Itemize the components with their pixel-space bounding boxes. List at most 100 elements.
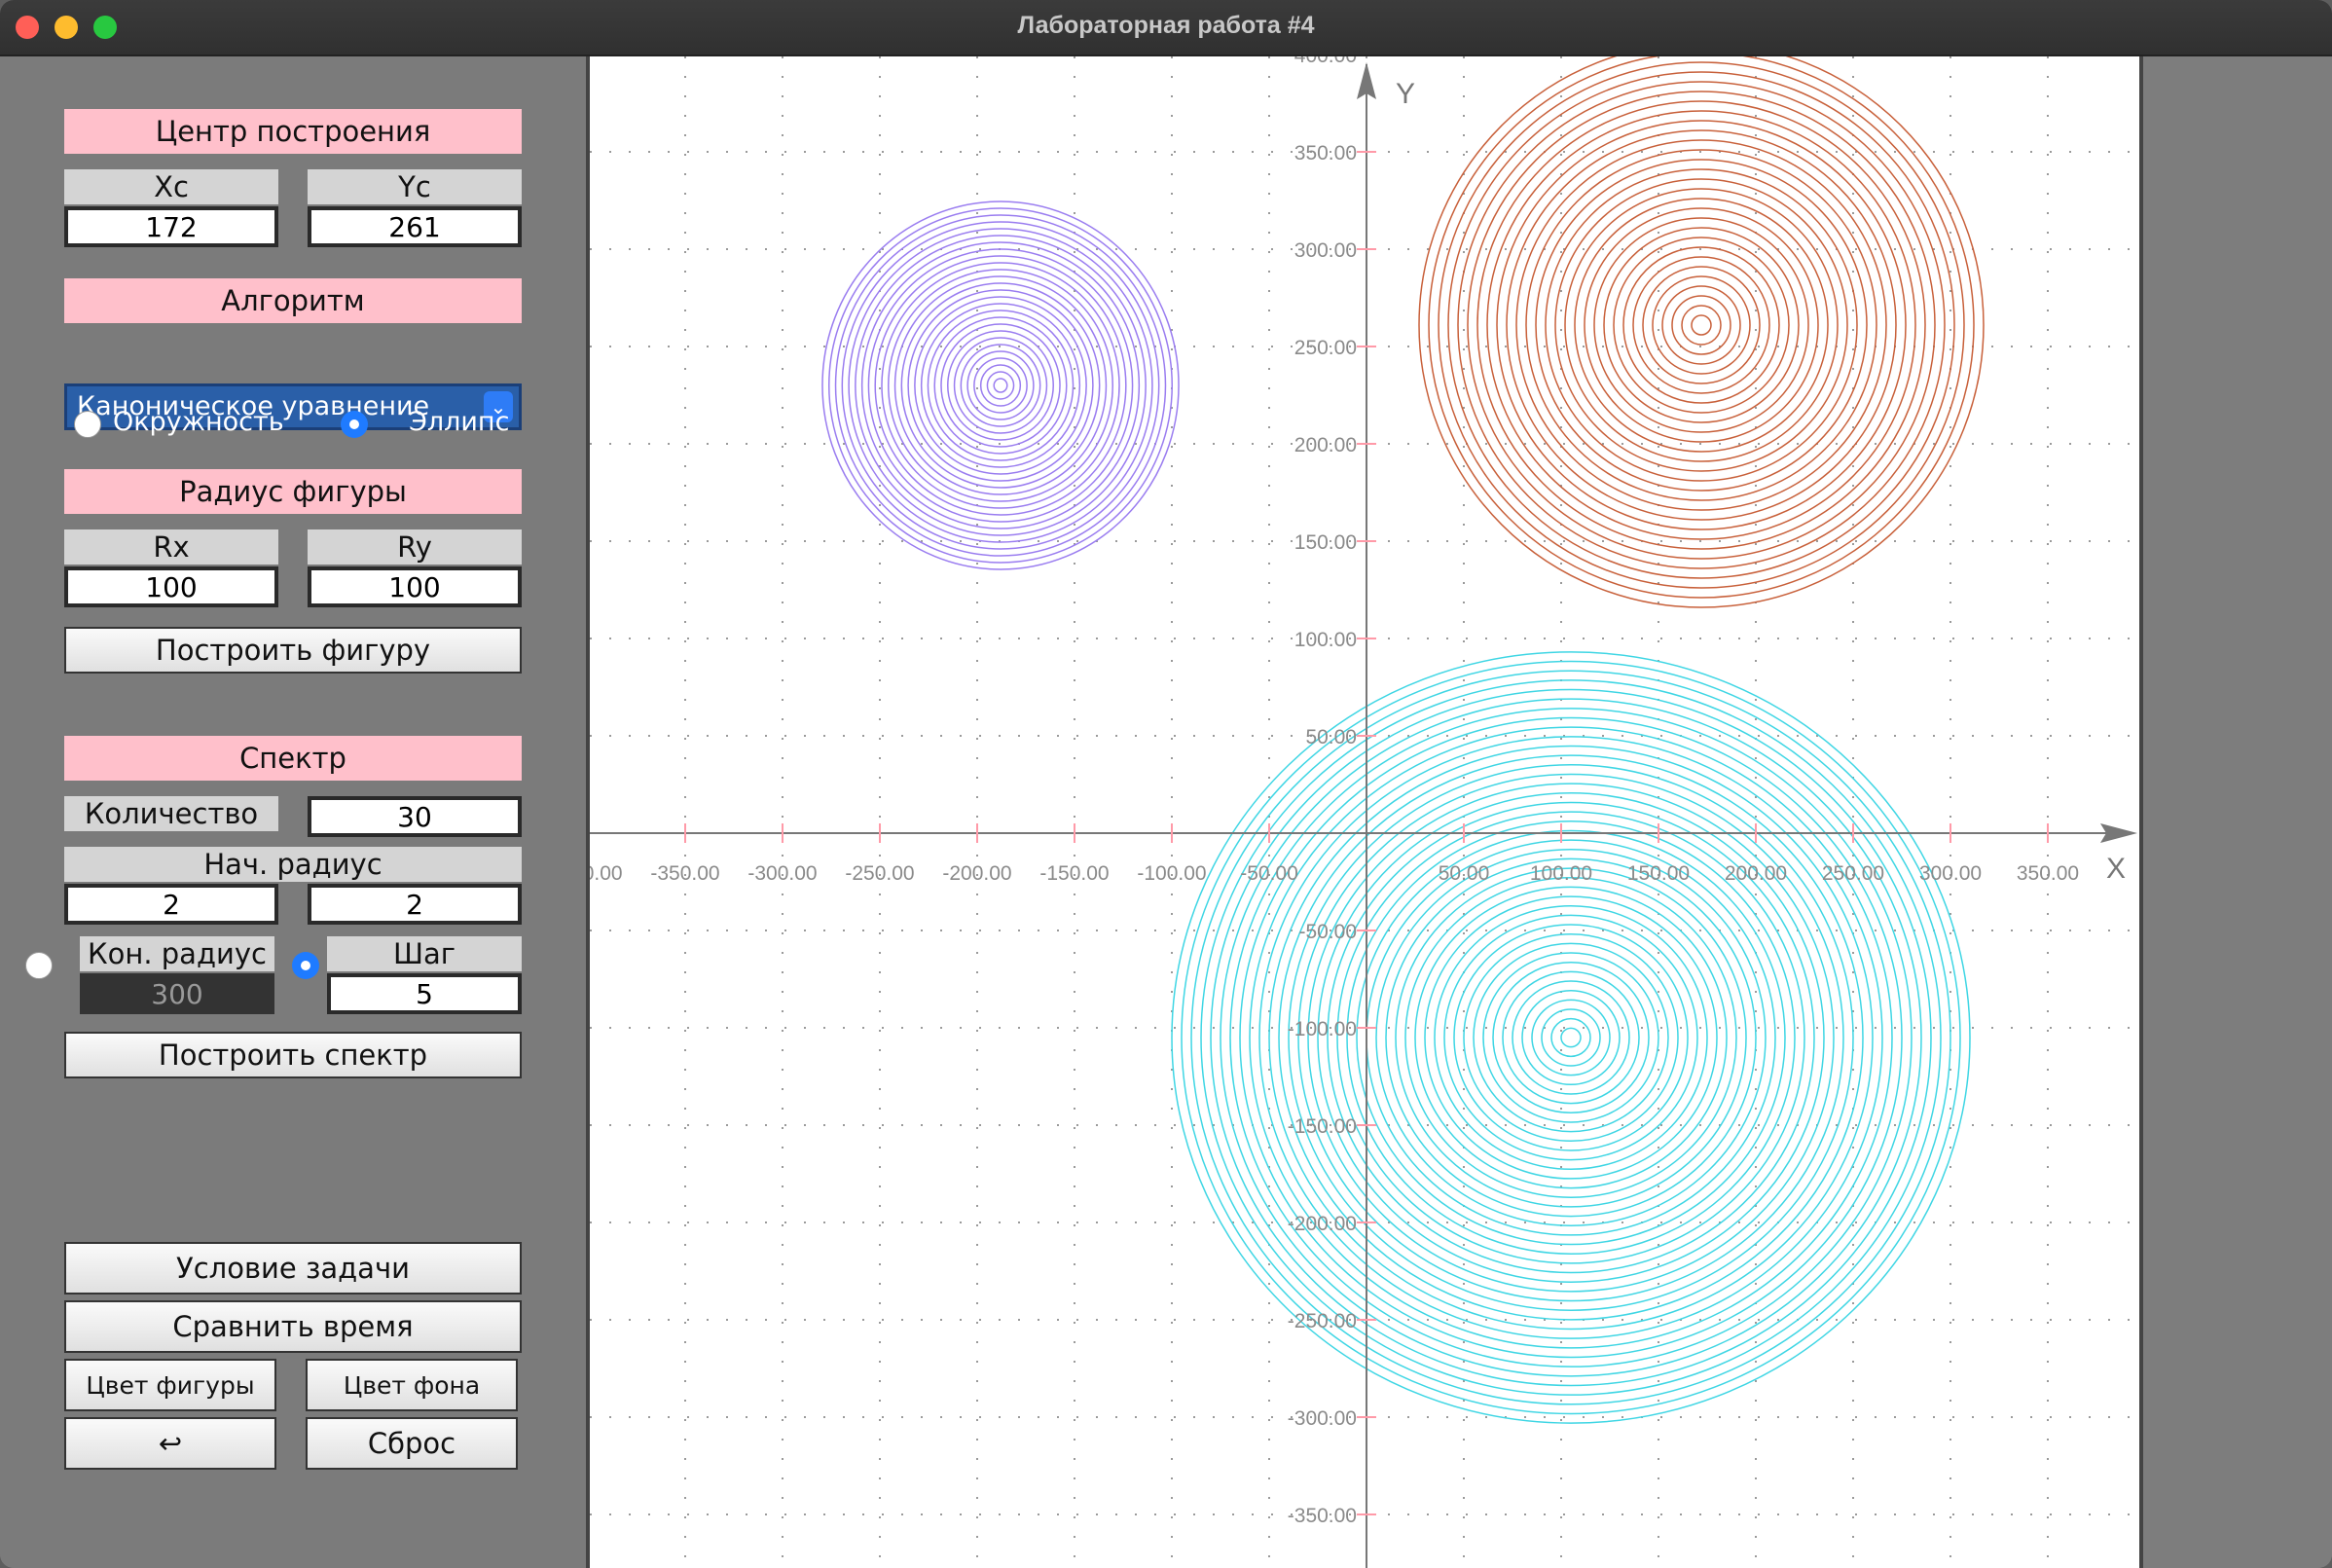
plot-svg: X Y -400.00 -350.00 -300.00 -250.00 -200.00 -15…: [553, 42, 2139, 1568]
spectrum-ellipse: [1492, 961, 1650, 1114]
reset-button[interactable]: Сброс: [306, 1417, 518, 1470]
x-tick-label: -50.00: [1240, 862, 1298, 885]
spectrum-ellipse: [1434, 904, 1708, 1171]
y-tick-label: -150.00: [1288, 1115, 1357, 1138]
spectrum-ellipse: [860, 241, 1141, 529]
spectrum-ellipse: [1681, 305, 1722, 346]
spectrum-ellipse: [1424, 895, 1718, 1180]
x-tick-label: 50.00: [1439, 862, 1490, 885]
spectrum-ellipse: [986, 371, 1015, 400]
undo-button[interactable]: ↩: [64, 1417, 276, 1470]
compare-time-button[interactable]: Сравнить время: [64, 1300, 522, 1353]
rx-input[interactable]: 100: [64, 566, 278, 607]
x-tick-label: -200.00: [942, 862, 1011, 885]
spectrum-ellipse: [1463, 932, 1679, 1143]
x-tick-label: -400.00: [590, 862, 623, 885]
spectrum-ellipse: [1584, 207, 1819, 443]
start-ry-input[interactable]: 2: [308, 884, 522, 925]
xc-input[interactable]: 172: [64, 206, 278, 247]
y-tick-label: -350.00: [1288, 1505, 1357, 1527]
ellipse-radio[interactable]: [341, 411, 368, 438]
end-radius-radio[interactable]: [25, 952, 53, 979]
count-input[interactable]: 30: [308, 796, 522, 837]
rx-label: Rx: [64, 529, 278, 565]
x-tick-label: 150.00: [1627, 862, 1690, 885]
spectrum-ellipse: [1428, 52, 1975, 599]
build-figure-button[interactable]: Построить фигуру: [64, 627, 522, 674]
y-tick-label: -300.00: [1288, 1407, 1357, 1430]
y-tick-label: 300.00: [1294, 239, 1357, 262]
spectrum-ellipse: [1554, 178, 1848, 472]
circle-radio-label: Окружность: [113, 407, 284, 437]
y-tick-label: -250.00: [1288, 1310, 1357, 1332]
spectrum-ellipse: [1476, 100, 1926, 550]
spectrum-ellipse: [1525, 149, 1877, 501]
spectrum-ellipse: [1521, 989, 1621, 1086]
ry-input[interactable]: 100: [308, 566, 522, 607]
circle-radio[interactable]: [74, 411, 101, 438]
step-radio[interactable]: [292, 952, 319, 979]
y-tick-label: 250.00: [1294, 337, 1357, 359]
spectrum-ellipse: [1574, 198, 1829, 453]
spectrum-ellipse: [940, 323, 1061, 448]
spectrum-ellipse: [1418, 42, 1985, 608]
spectrum-ellipse: [1482, 952, 1659, 1123]
start-rx-input[interactable]: 2: [64, 884, 278, 925]
spectrum-ellipse: [855, 235, 1147, 536]
spectrum-ellipse: [1453, 924, 1689, 1151]
end-radius-label: Кон. радиус: [80, 936, 274, 971]
spectrum-ellipse: [907, 289, 1094, 482]
spectrum-ellipse: [927, 310, 1075, 461]
spectrum-ellipse: [1395, 867, 1747, 1208]
y-tick-label: 400.00: [1294, 56, 1357, 67]
spectrum-ellipse: [893, 275, 1108, 495]
spectrum-ellipse: [1691, 314, 1712, 336]
background-color-button[interactable]: Цвет фона: [306, 1359, 518, 1411]
spectrum-ellipse: [1356, 829, 1786, 1246]
spectrum-ellipse: [920, 303, 1081, 468]
y-tick-label: -50.00: [1298, 921, 1357, 943]
spectrum-ellipse: [1642, 266, 1761, 384]
spectrum-ellipse: [1288, 764, 1854, 1311]
y-tick-label: -100.00: [1288, 1018, 1357, 1040]
step-input[interactable]: 5: [327, 973, 522, 1014]
spectrum-ellipse: [1502, 970, 1640, 1105]
spectrum-ellipse: [1404, 876, 1737, 1199]
yc-input[interactable]: 261: [308, 206, 522, 247]
spectrum-ellipse: [1366, 839, 1776, 1236]
y-tick-label: 50.00: [1305, 726, 1357, 748]
spectrum-ellipse: [1307, 783, 1835, 1293]
drawing-canvas[interactable]: X Y -400.00 -350.00 -300.00 -250.00 -200.00 -15…: [553, 42, 2139, 1568]
spectrum-ellipse: [1661, 285, 1741, 365]
control-panel: Центр построения Xc Yc 172 261 Алгоритм …: [0, 56, 586, 1568]
xc-label: Xc: [64, 169, 278, 204]
spectrum-ellipse: [1515, 139, 1887, 511]
spectrum-ellipse: [881, 262, 1120, 509]
x-tick-label: 250.00: [1822, 862, 1884, 885]
x-tick-label: 200.00: [1725, 862, 1787, 885]
spectrum-ellipse: [1297, 773, 1844, 1302]
window-title: Лабораторная работа #4: [1017, 12, 1315, 39]
end-radius-input[interactable]: 300: [80, 973, 274, 1014]
spectrum-ellipse: [966, 350, 1035, 420]
y-tick-label: 350.00: [1294, 142, 1357, 164]
build-spectrum-button[interactable]: Построить спектр: [64, 1032, 522, 1078]
spectrum-ellipse: [1560, 1027, 1582, 1048]
spectrum-ellipse: [1496, 120, 1907, 530]
spectrum-ellipse: [973, 357, 1028, 414]
title-bar: Лабораторная работа #4: [0, 0, 2332, 56]
orange-spectrum: [1418, 42, 1985, 608]
spectrum-header: Спектр: [64, 736, 522, 781]
center-header: Центр построения: [64, 109, 522, 154]
task-button[interactable]: Условие задачи: [64, 1242, 522, 1295]
ellipse-radio-label: Эллипс: [409, 407, 510, 437]
spectrum-ellipse: [1486, 110, 1916, 540]
radius-header: Радиус фигуры: [64, 469, 522, 514]
spectrum-ellipse: [900, 282, 1101, 489]
x-tick-label: -350.00: [650, 862, 719, 885]
x-tick-label: 100.00: [1530, 862, 1592, 885]
start-radius-label: Нач. радиус: [64, 847, 522, 882]
x-tick-label: 300.00: [1919, 862, 1982, 885]
spectrum-ellipse: [1545, 168, 1858, 482]
figure-color-button[interactable]: Цвет фигуры: [64, 1359, 276, 1411]
